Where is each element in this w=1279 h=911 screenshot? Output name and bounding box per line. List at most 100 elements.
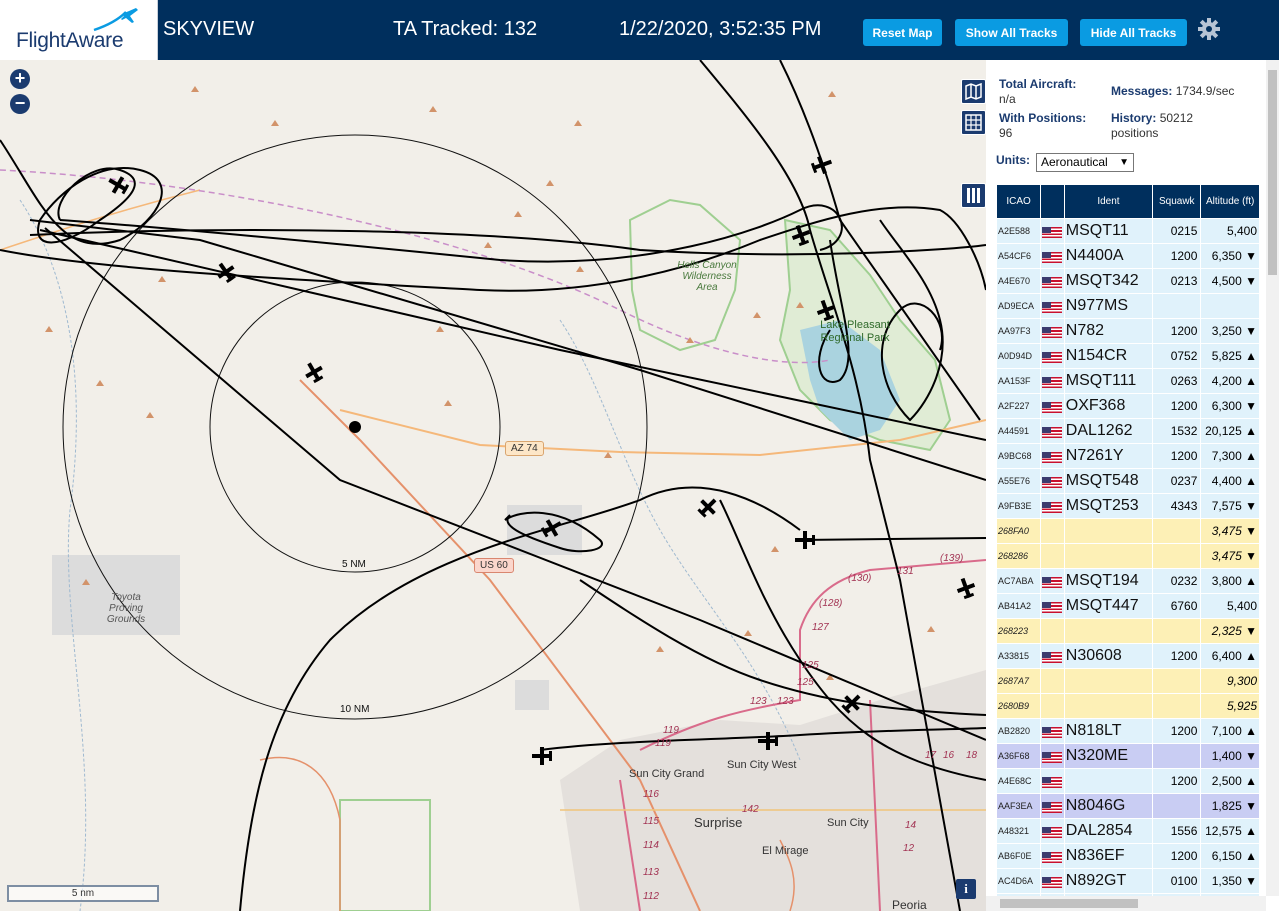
cell-squawk [1153,744,1201,768]
cell-icao: AC7ABA [997,569,1041,593]
zoom-out-button[interactable]: − [10,94,30,114]
grid-toggle-button[interactable] [961,110,986,135]
zoom-in-button[interactable]: + [10,69,30,89]
info-button[interactable]: i [956,879,976,899]
table-row[interactable]: AD9ECA N977MS [997,294,1259,318]
cell-altitude: 5,925 [1201,694,1259,718]
table-row[interactable]: A4E68C 1200 2,500 ▲ [997,769,1259,793]
table-row[interactable]: A36F68 N320ME 1,400 ▼ [997,744,1259,768]
cell-icao: AB41A2 [997,594,1041,618]
col-header-flag[interactable] [1041,185,1064,218]
table-row[interactable]: 268FA0 3,475 ▼ [997,519,1259,543]
cell-altitude: 2,500 ▲ [1201,769,1259,793]
table-row[interactable]: AB2820 N818LT 1200 7,100 ▲ [997,719,1259,743]
cell-squawk: 1532 [1153,419,1201,443]
cell-squawk: 1200 [1153,244,1201,268]
col-header-icao[interactable]: ICAO [997,185,1041,218]
cell-ident: MSQT11 [1064,219,1153,243]
table-row[interactable]: A2F227 OXF368 1200 6,300 ▼ [997,394,1259,418]
stat-total-value: n/a [999,92,1016,106]
label-hells-canyon: Hells Canyon Wilderness Area [677,260,737,293]
us-flag-icon [1042,226,1063,238]
col-header-squawk[interactable]: Squawk [1153,185,1201,218]
cell-flag [1041,444,1064,468]
us-flag-icon [1042,851,1063,863]
us-flag-icon [1042,476,1063,488]
units-selected-value: Aeronautical [1041,155,1108,169]
table-row[interactable]: 268286 3,475 ▼ [997,544,1259,568]
table-row[interactable]: 2680B9 5,925 [997,694,1259,718]
table-row[interactable]: A4E670 MSQT342 0213 4,500 ▼ [997,269,1259,293]
road-label-123a: 123 [750,696,767,707]
table-row[interactable]: 2687A7 9,300 [997,669,1259,693]
columns-toggle-button[interactable] [961,183,986,208]
cell-altitude: 5,400 [1201,594,1259,618]
cell-flag [1041,769,1064,793]
cell-icao: 2680B9 [997,694,1041,718]
table-row[interactable]: AAF3EA N8046G 1,825 ▼ [997,794,1259,818]
cell-ident: N154CR [1064,344,1153,368]
table-row[interactable]: A54CF6 N4400A 1200 6,350 ▼ [997,244,1259,268]
cell-altitude: 6,150 ▲ [1201,844,1259,868]
us-flag-icon [1042,326,1063,338]
table-row[interactable]: A55E76 MSQT548 0237 4,400 ▲ [997,469,1259,493]
map-view[interactable]: 5 NM 10 NM Hells Canyon Wilderness Area … [0,60,986,911]
col-header-altitude[interactable]: Altitude (ft) [1201,185,1259,218]
table-row[interactable]: 268223 2,325 ▼ [997,619,1259,643]
cell-flag [1041,619,1064,643]
table-row[interactable]: A0D94D N154CR 0752 5,825 ▲ [997,344,1259,368]
table-row[interactable]: AC7ABA MSQT194 0232 3,800 ▲ [997,569,1259,593]
cell-icao: AA153F [997,369,1041,393]
aircraft-table-container[interactable]: ICAO Ident Squawk Altitude (ft) A2E588 MS… [996,184,1260,896]
app-title: SKYVIEW [163,18,255,40]
cell-squawk: 0237 [1153,469,1201,493]
cell-flag [1041,369,1064,393]
cell-ident: N30608 [1064,644,1153,668]
map-layers-button[interactable] [961,79,986,104]
label-lake-pleasant: Lake Pleasant Regional Park [820,319,890,344]
logo-text: FlightAware [16,29,124,52]
table-row[interactable]: A33815 N30608 1200 6,400 ▲ [997,644,1259,668]
units-dropdown[interactable]: Aeronautical ▼ [1036,153,1134,172]
cell-ident: N7261Y [1064,444,1153,468]
table-row[interactable]: A9FB3E MSQT253 4343 7,575 ▼ [997,494,1259,518]
road-label-113: 113 [643,867,659,878]
cell-ident: DAL2854 [1064,819,1153,843]
stat-history-value: 50212 [1159,111,1194,125]
cell-squawk: 1200 [1153,444,1201,468]
col-header-ident[interactable]: Ident [1064,185,1153,218]
show-all-tracks-button[interactable]: Show All Tracks [955,19,1068,46]
table-row[interactable]: AB6F0E N836EF 1200 6,150 ▲ [997,844,1259,868]
hide-all-tracks-button[interactable]: Hide All Tracks [1080,19,1187,46]
shield-us60: US 60 [474,558,514,573]
road-label-139: (139) [940,553,964,564]
park-boundary-south [339,799,431,911]
road-label-131: 131 [897,566,914,577]
flightaware-logo[interactable]: FlightAware [0,0,158,60]
table-row[interactable]: AB41A2 MSQT447 6760 5,400 [997,594,1259,618]
table-row[interactable]: A44591 DAL1262 1532 20,125 ▲ [997,419,1259,443]
cell-flag [1041,319,1064,343]
cell-altitude: 9,300 [1201,669,1259,693]
cell-flag [1041,744,1064,768]
table-row[interactable]: AA153F MSQT111 0263 4,200 ▲ [997,369,1259,393]
ring-label-5nm: 5 NM [342,559,366,570]
gear-icon[interactable] [1197,17,1221,41]
cell-icao: 268FA0 [997,519,1041,543]
vertical-scroll-thumb[interactable] [1268,70,1277,275]
table-row[interactable]: A2E588 MSQT11 0215 5,400 [997,219,1259,243]
label-surprise: Surprise [694,815,743,830]
cell-ident: DAL1262 [1064,419,1153,443]
reset-map-button[interactable]: Reset Map [863,19,942,46]
table-row[interactable]: A9BC68 N7261Y 1200 7,300 ▲ [997,444,1259,468]
table-row[interactable]: AA97F3 N782 1200 3,250 ▼ [997,319,1259,343]
stat-total-aircraft: Total Aircraft: n/a [999,77,1109,107]
cell-altitude: 2,325 ▼ [1201,619,1259,643]
table-header-row: ICAO Ident Squawk Altitude (ft) [997,185,1259,218]
cell-ident: MSQT111 [1064,369,1153,393]
cell-flag [1041,694,1064,718]
cell-squawk: 0100 [1153,869,1201,893]
table-row[interactable]: AC4D6A N892GT 0100 1,350 ▼ [997,869,1259,893]
horizontal-scroll-thumb[interactable] [1000,899,1138,908]
table-row[interactable]: A48321 DAL2854 1556 12,575 ▲ [997,819,1259,843]
